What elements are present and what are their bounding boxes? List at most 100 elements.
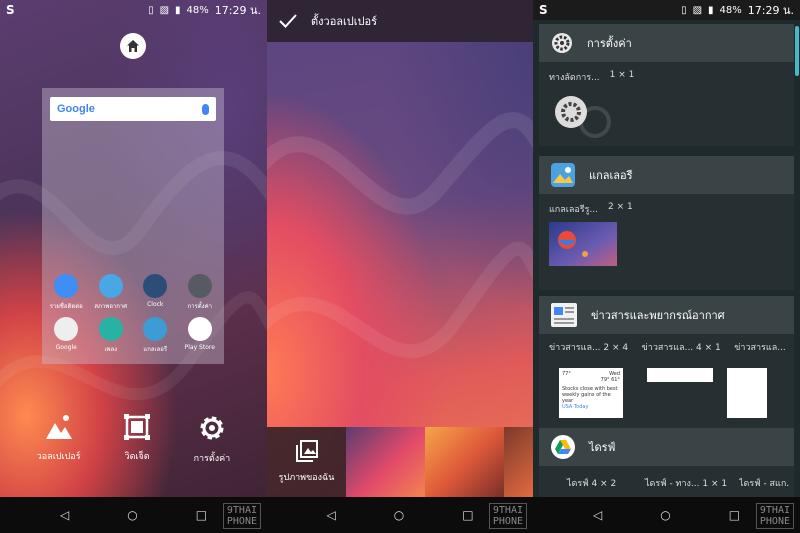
drive-icon <box>551 435 575 459</box>
watermark-line1: 9THAI <box>226 505 257 516</box>
news-headline: Stocks close with best weekly gains of t… <box>562 386 618 404</box>
music-icon <box>98 317 123 341</box>
watermark-line2: PHONE <box>226 516 257 527</box>
widget-name: ไดรฟ์ - ทาง... <box>645 479 700 489</box>
watermark-line2: PHONE <box>492 516 523 527</box>
watermark-line1: 9THAI <box>492 505 523 516</box>
section-body: แกลเลอรีรู... 2 × 1 <box>539 194 794 278</box>
home-nav-icon[interactable]: ○ <box>394 508 404 522</box>
widget-list-panel: S ▯ ▧ ▮ 48% 17:29 น. การตั้งค่า ทางลัดกา… <box>533 0 800 533</box>
widget-item[interactable]: ไดรฟ์ 4 × 2 <box>567 476 645 490</box>
settings-option[interactable]: การตั้งค่า <box>194 413 230 465</box>
wallpaper-thumb-1[interactable] <box>346 427 425 497</box>
app-shortcut[interactable]: รายชื่อติดต่อ <box>44 274 89 311</box>
wallpaper-option[interactable]: วอลเปเปอร์ <box>37 413 81 465</box>
scrollbar[interactable] <box>795 26 799 76</box>
app-shortcut[interactable]: สภาพอากาศ <box>89 274 134 311</box>
widget-item[interactable]: ข่าวสารแล... <box>734 340 794 354</box>
recents-icon[interactable]: □ <box>729 508 740 522</box>
contacts-icon <box>54 274 79 298</box>
wallpaper-thumb-2[interactable] <box>425 427 504 497</box>
app-shortcut[interactable]: เพลง <box>89 317 134 354</box>
clock-time: 17:29 น. <box>747 4 794 17</box>
widget-name: ข่าวสารแล... <box>641 343 694 353</box>
widget-item[interactable]: ข่าวสารแล... 4 × 1 <box>642 340 735 354</box>
app-label: แกลเลอรี <box>143 346 168 353</box>
my-photos-button[interactable]: รูปภาพของฉัน <box>267 427 346 497</box>
widget-previews: 77° Wed 79° 61° Stocks close with best w… <box>549 368 794 418</box>
widget-size: 4 × 2 <box>591 479 617 489</box>
widgets-icon <box>124 414 151 440</box>
watermark-line2: PHONE <box>759 516 790 527</box>
google-search-bar[interactable]: Google <box>50 97 216 121</box>
app-shortcut[interactable]: Play Store <box>178 317 223 354</box>
home-page-button[interactable] <box>120 33 146 59</box>
wallpaper-header: ตั้งวอลเปเปอร์ <box>267 0 533 42</box>
watermark: 9THAI PHONE <box>222 503 261 529</box>
google-logo: Google <box>57 103 95 115</box>
balloon-photo-preview <box>549 222 617 266</box>
watermark: 9THAI PHONE <box>755 503 794 529</box>
news-widget-preview: 77° Wed 79° 61° Stocks close with best w… <box>559 368 623 418</box>
recents-icon[interactable]: □ <box>196 508 207 522</box>
my-photos-label: รูปภาพของฉัน <box>278 473 335 483</box>
widget-list[interactable]: การตั้งค่า ทางลัดการ... 1 × 1 แกลเลอรี แ… <box>539 24 794 506</box>
widget-section-settings: การตั้งค่า ทางลัดการ... 1 × 1 <box>539 24 794 146</box>
photos-icon <box>295 440 318 462</box>
widget-name: ข่าวสารแล... <box>734 343 786 353</box>
widget-size: 4 × 1 <box>696 343 721 353</box>
home-edit-panel: S ▯ ▧ ▮ 48% 17:29 น. Google รายชื่อติดต่… <box>0 0 267 533</box>
vibrate-icon: ▯ <box>148 4 154 16</box>
set-wallpaper-title[interactable]: ตั้งวอลเปเปอร์ <box>311 12 377 30</box>
back-icon[interactable]: ◁ <box>60 508 69 522</box>
google-folder-icon <box>54 317 79 341</box>
widget-item[interactable]: แกลเลอรีรู... 2 × 1 <box>549 202 784 216</box>
play-store-icon <box>187 317 212 341</box>
app-label: เพลง <box>104 346 118 353</box>
recents-icon[interactable]: □ <box>462 508 473 522</box>
news-temp-range: 79° 61° <box>600 377 620 383</box>
status-bar: S ▯ ▧ ▮ 48% 17:29 น. <box>533 0 800 20</box>
settings-shortcut-preview-icon <box>555 96 611 138</box>
gear-icon <box>200 416 224 440</box>
app-shortcut[interactable]: Google <box>44 317 89 354</box>
widget-size: 1 × 1 <box>702 479 728 489</box>
wallpaper-picker-panel: ตั้งวอลเปเปอร์ รูปภาพของฉัน ◁ ○ □ 9THAI P… <box>267 0 533 533</box>
s-logo-icon: S <box>6 3 15 17</box>
widgets-option[interactable]: วิดเจ็ต <box>122 413 152 465</box>
clock-time: 17:29 น. <box>214 4 261 17</box>
section-title: ไดรฟ์ <box>589 441 616 454</box>
wallpaper-strip: รูปภาพของฉัน <box>267 427 533 497</box>
app-label: Clock <box>147 301 164 308</box>
widget-item[interactable]: ข่าวสารแล... 2 × 4 <box>549 340 642 354</box>
check-icon[interactable] <box>279 14 297 28</box>
home-nav-icon[interactable]: ○ <box>127 508 137 522</box>
section-header: ข่าวสารและพยากรณ์อากาศ <box>539 296 794 334</box>
widget-item[interactable]: ไดรฟ์ - สแก... <box>739 476 789 490</box>
widget-section-drive: ไดรฟ์ ไดรฟ์ 4 × 2 ไดรฟ์ - ทาง... 1 × 1 ไ… <box>539 428 794 506</box>
mic-icon[interactable] <box>202 103 209 115</box>
home-nav-icon[interactable]: ○ <box>660 508 670 522</box>
home-screen-preview[interactable]: Google รายชื่อติดต่อ สภาพอากาศ Clock การตั้… <box>42 88 224 364</box>
app-shortcut[interactable]: การตั้งค่า <box>178 274 223 311</box>
app-shortcut[interactable]: Clock <box>133 274 178 311</box>
gallery-icon <box>143 317 168 341</box>
gallery-icon <box>551 163 575 187</box>
s-logo-icon: S <box>539 3 548 17</box>
widget-size: 2 × 4 <box>603 343 629 353</box>
battery-percent: 48% <box>719 4 742 16</box>
widget-row: ไดรฟ์ 4 × 2 ไดรฟ์ - ทาง... 1 × 1 ไดรฟ์ -… <box>567 476 794 490</box>
app-label: Play Store <box>184 344 215 351</box>
no-sim-icon: ▧ <box>692 4 703 16</box>
widget-item[interactable]: ทางลัดการ... 1 × 1 <box>549 70 784 84</box>
widget-name: แกลเลอรีรู... <box>549 205 599 215</box>
weather-icon <box>98 274 123 298</box>
app-label: การตั้งค่า <box>187 303 212 310</box>
back-icon[interactable]: ◁ <box>326 508 335 522</box>
widget-size: 2 × 1 <box>608 202 633 212</box>
app-shortcut[interactable]: แกลเลอรี <box>133 317 178 354</box>
back-icon[interactable]: ◁ <box>593 508 602 522</box>
wallpaper-thumb-3[interactable] <box>504 427 533 497</box>
status-bar: S ▯ ▧ ▮ 48% 17:29 น. <box>0 0 267 20</box>
widget-item[interactable]: ไดรฟ์ - ทาง... 1 × 1 <box>645 476 739 490</box>
